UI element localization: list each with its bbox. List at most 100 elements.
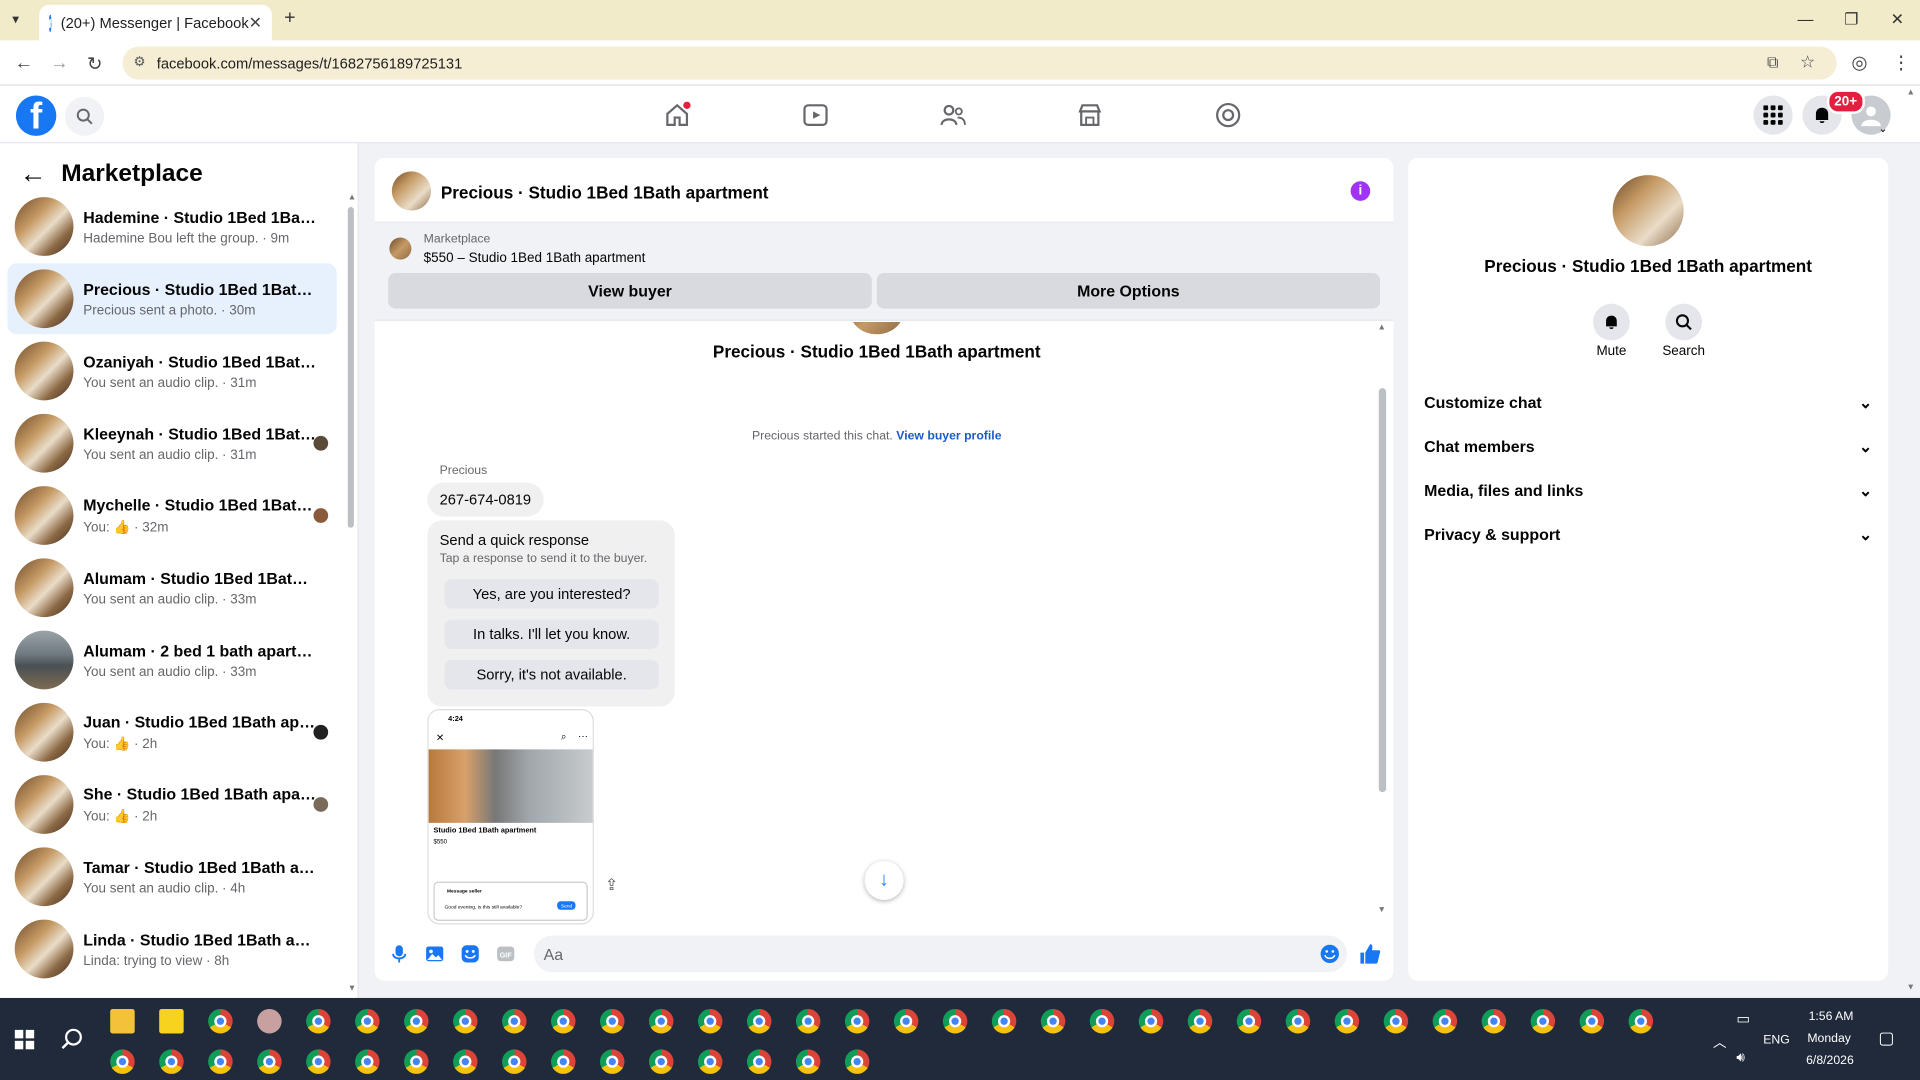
quick-response-button[interactable]: Sorry, it's not available.: [444, 660, 659, 690]
list-scrollbar[interactable]: [347, 206, 354, 528]
back-arrow-icon[interactable]: ←: [20, 158, 47, 190]
scroll-to-bottom-icon[interactable]: ↓: [864, 860, 904, 900]
menu-grid-icon[interactable]: [1753, 95, 1793, 135]
bookmark-star-icon[interactable]: ☆: [1800, 51, 1815, 72]
taskbar-search-icon[interactable]: [61, 1028, 83, 1051]
list-item[interactable]: Alumam · Studio 1Bed 1Bath apa... You sen…: [7, 552, 336, 623]
video-icon[interactable]: [801, 100, 830, 129]
browser-menu-icon[interactable]: ⋮: [1892, 51, 1910, 74]
chat-title[interactable]: Precious · Studio 1Bed 1Bath apartment: [441, 182, 769, 202]
chrome-profile-icon[interactable]: [844, 1008, 870, 1034]
chrome-profile-icon[interactable]: [1481, 1008, 1507, 1034]
chrome-profile-icon[interactable]: [991, 1008, 1017, 1034]
gif-icon[interactable]: GIF: [496, 944, 516, 964]
list-item[interactable]: Ozaniyah · Studio 1Bed 1Bath ap... You se…: [7, 336, 336, 407]
account-chevron-icon[interactable]: ⌄: [1878, 122, 1887, 135]
chrome-profile-icon[interactable]: [697, 1049, 723, 1074]
profile-icon[interactable]: ◎: [1851, 51, 1867, 74]
chrome-profile-icon[interactable]: [942, 1008, 968, 1034]
minimize-icon[interactable]: —: [1798, 10, 1814, 28]
clock-time[interactable]: 1:56 AM: [1809, 1010, 1854, 1023]
chrome-profile-icon[interactable]: [306, 1008, 331, 1034]
listing-title[interactable]: $550 – Studio 1Bed 1Bath apartment: [424, 251, 646, 266]
network-icon[interactable]: ▭: [1736, 1010, 1750, 1027]
chrome-profile-icon[interactable]: [648, 1049, 674, 1074]
app-icon[interactable]: [257, 1008, 282, 1034]
chrome-profile-icon[interactable]: [306, 1049, 331, 1074]
chrome-profile-icon[interactable]: [1236, 1008, 1262, 1034]
friends-icon[interactable]: [938, 100, 967, 129]
emoji-icon[interactable]: [1320, 944, 1340, 964]
thumbs-up-icon[interactable]: [1359, 943, 1381, 965]
tray-chevron-icon[interactable]: ︿: [1713, 1032, 1726, 1052]
list-item[interactable]: Precious · Studio 1Bed 1Bath apa... Preci…: [7, 263, 337, 335]
chrome-profile-icon[interactable]: [1530, 1008, 1556, 1034]
chrome-profile-icon[interactable]: [551, 1008, 576, 1034]
mute-button[interactable]: [1593, 303, 1630, 341]
chat-members-section[interactable]: Chat members ⌄: [1424, 437, 1872, 457]
search-button[interactable]: [1665, 303, 1703, 341]
chrome-profile-icon[interactable]: [697, 1008, 723, 1034]
file-explorer-icon[interactable]: [110, 1008, 135, 1034]
page-scroll-up-icon[interactable]: ▲: [1907, 88, 1915, 97]
chrome-profile-icon[interactable]: [844, 1049, 870, 1074]
chrome-profile-icon[interactable]: [453, 1049, 478, 1074]
chrome-profile-icon[interactable]: [1628, 1008, 1654, 1034]
sticky-notes-icon[interactable]: [159, 1008, 184, 1034]
thread-scrollbar[interactable]: [1378, 388, 1387, 793]
chrome-profile-icon[interactable]: [795, 1008, 821, 1034]
home-icon[interactable]: [662, 100, 691, 129]
close-window-icon[interactable]: ✕: [1891, 10, 1904, 30]
info-icon[interactable]: i: [1350, 181, 1371, 201]
microphone-icon[interactable]: [389, 944, 409, 964]
media-files-links-section[interactable]: Media, files and links ⌄: [1424, 481, 1872, 501]
search-icon[interactable]: [64, 96, 105, 136]
chrome-profile-icon[interactable]: [648, 1008, 674, 1034]
chrome-profile-icon[interactable]: [355, 1049, 380, 1074]
chrome-profile-icon[interactable]: [257, 1049, 282, 1074]
chrome-profile-icon[interactable]: [404, 1008, 429, 1034]
privacy-support-section[interactable]: Privacy & support ⌄: [1424, 525, 1872, 545]
scroll-down-icon[interactable]: ▼: [1378, 906, 1386, 915]
new-tab-icon[interactable]: +: [284, 7, 295, 29]
chrome-profile-icon[interactable]: [1285, 1008, 1311, 1034]
forward-icon[interactable]: →: [50, 53, 68, 74]
windows-start-icon[interactable]: [14, 1029, 35, 1050]
scroll-up-icon[interactable]: ▲: [1378, 323, 1386, 332]
message-input[interactable]: Aa: [533, 935, 1347, 973]
volume-icon[interactable]: 🔊︎: [1736, 1051, 1744, 1067]
chrome-profile-icon[interactable]: [1383, 1008, 1409, 1034]
list-item[interactable]: Alumam · 2 bed 1 bath apartment You sent …: [7, 624, 336, 695]
close-tab-icon[interactable]: ✕: [249, 13, 262, 33]
chrome-profile-icon[interactable]: [1138, 1008, 1164, 1034]
share-icon[interactable]: ⇪: [605, 876, 618, 896]
chrome-profile-icon[interactable]: [453, 1008, 478, 1034]
language-indicator[interactable]: ENG: [1763, 1033, 1790, 1046]
list-item[interactable]: Hademine · Studio 1Bed 1Bath a... Hademin…: [7, 191, 336, 262]
view-buyer-button[interactable]: View buyer: [388, 273, 872, 309]
chrome-profile-icon[interactable]: [208, 1049, 233, 1074]
photo-icon[interactable]: [425, 944, 445, 964]
list-item[interactable]: Tamar · Studio 1Bed 1Bath apart... You se…: [7, 841, 336, 912]
quick-response-button[interactable]: Yes, are you interested?: [444, 579, 659, 609]
view-buyer-profile-link[interactable]: View buyer profile: [896, 430, 1001, 443]
chrome-profile-icon[interactable]: [159, 1049, 184, 1074]
site-info-icon[interactable]: ⚙: [133, 54, 145, 70]
reload-icon[interactable]: ↻: [87, 53, 102, 75]
chrome-profile-icon[interactable]: [795, 1049, 821, 1074]
page-scroll-down-icon[interactable]: ▼: [1907, 983, 1915, 992]
address-bar[interactable]: ⚙ facebook.com/messages/t/16827561897251…: [122, 46, 1837, 80]
list-item[interactable]: Kleeynah · Studio 1Bed 1Bath ... You sent…: [7, 408, 336, 479]
chrome-profile-icon[interactable]: [404, 1049, 429, 1074]
list-item[interactable]: Linda · Studio 1Bed 1Bath apart... Linda:…: [7, 913, 336, 984]
message-bubble[interactable]: 267-674-0819: [427, 482, 544, 517]
chrome-profile-icon[interactable]: [551, 1049, 576, 1074]
scroll-down-icon[interactable]: ▼: [348, 984, 356, 993]
chrome-profile-icon[interactable]: [110, 1049, 135, 1074]
customize-chat-section[interactable]: Customize chat ⌄: [1424, 393, 1872, 413]
gaming-icon[interactable]: [1213, 100, 1242, 129]
chrome-profile-icon[interactable]: [1334, 1008, 1360, 1034]
notification-center-icon[interactable]: ▢: [1878, 1027, 1894, 1048]
chrome-profile-icon[interactable]: [1579, 1008, 1605, 1034]
chrome-profile-icon[interactable]: [1432, 1008, 1458, 1034]
